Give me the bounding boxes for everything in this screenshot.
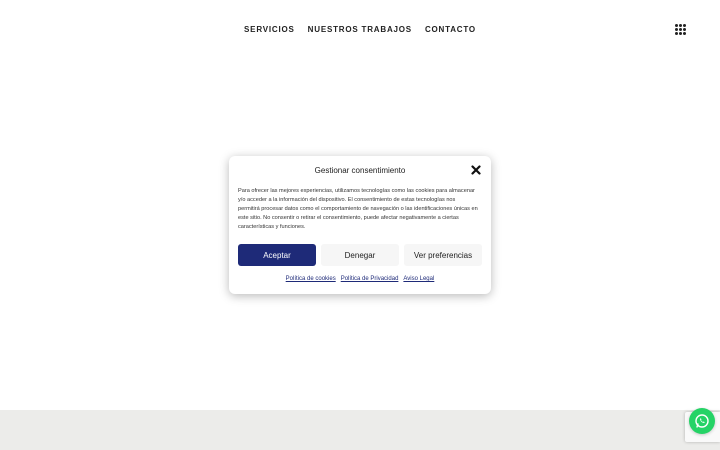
deny-button[interactable]: Denegar [321,244,399,266]
preferences-button[interactable]: Ver preferencias [404,244,482,266]
grid-dot [679,24,682,27]
consent-title: Gestionar consentimiento [314,166,406,175]
nav-item-contacto[interactable]: CONTACTO [425,25,476,34]
close-icon[interactable] [470,164,482,176]
consent-dialog: Gestionar consentimiento Para ofrecer la… [229,156,491,294]
grid-dot [683,28,686,31]
main-menu: SERVICIOS NUESTROS TRABAJOS CONTACTO [244,25,476,34]
grid-dot [679,28,682,31]
cookie-policy-link[interactable]: Política de cookies [286,276,336,282]
grid-menu-icon[interactable] [675,24,686,35]
grid-dot [675,28,678,31]
accept-button[interactable]: Aceptar [238,244,316,266]
grid-dot [675,32,678,35]
nav-item-servicios[interactable]: SERVICIOS [244,25,295,34]
grid-dot [679,32,682,35]
privacy-policy-link[interactable]: Política de Privacidad [341,276,399,282]
grid-dot [683,24,686,27]
top-navigation: SERVICIOS NUESTROS TRABAJOS CONTACTO [0,0,720,58]
consent-text: Para ofrecer las mejores experiencias, u… [238,188,478,230]
footer-band [0,410,720,450]
grid-dot [675,24,678,27]
whatsapp-icon[interactable] [689,408,715,434]
nav-item-nuestros-trabajos[interactable]: NUESTROS TRABAJOS [308,25,412,34]
grid-dot [683,32,686,35]
policy-links: Política de cookies Política de Privacid… [229,276,491,282]
legal-notice-link[interactable]: Aviso Legal [403,276,434,282]
consent-buttons: Aceptar Denegar Ver preferencias [238,244,482,266]
